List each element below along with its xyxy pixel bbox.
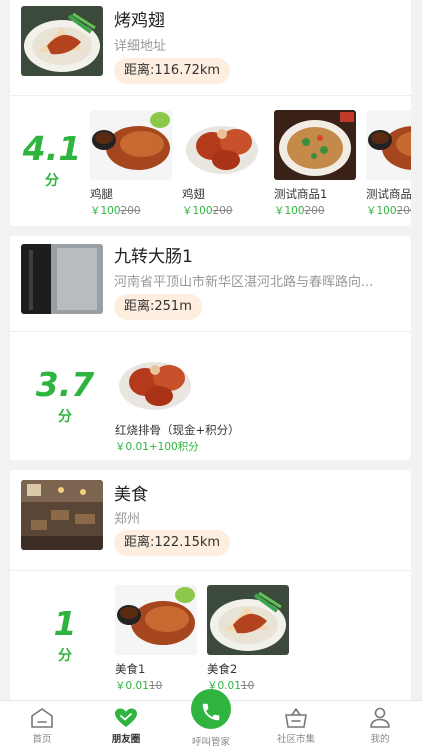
goods-name: 测试商品1 <box>274 187 328 201</box>
score-value: 3.7 <box>35 364 95 404</box>
score-unit: 分 <box>45 172 59 189</box>
price-current: ￥0.01+100积分 <box>115 441 199 453</box>
store-header[interactable]: 美食 郑州 距离:122.15km <box>10 470 411 571</box>
goods-price: ￥0.0110 <box>115 678 197 693</box>
store-card[interactable]: 烤鸡翅 详细地址 距离:116.72km 4.1 分 鸡腿 ￥100200 鸡翅… <box>10 0 411 226</box>
tab-community-market[interactable]: 社区市集 <box>254 701 338 750</box>
goods-item[interactable]: 美食1 ￥0.0110 <box>115 585 197 693</box>
score-value: 4.1 <box>22 128 82 168</box>
goods-name: 美食2 <box>207 662 238 676</box>
store-thumbnail <box>21 244 103 314</box>
bottom-tab-bar: 首页 朋友圈 呼叫管家 社区市集 我的 <box>0 689 422 750</box>
distance-badge: 距离:122.15km <box>114 530 231 556</box>
goods-price: ￥100200 <box>274 203 356 218</box>
store-card[interactable]: 九转大肠1 河南省平顶山市新华区湛河北路与春晖路向... 距离:251m 3.7… <box>10 236 411 460</box>
store-address: 河南省平顶山市新华区湛河北路与春晖路向... <box>114 275 374 290</box>
home-icon <box>31 708 53 728</box>
score-unit: 分 <box>58 408 72 425</box>
price-original: 200 <box>304 205 325 217</box>
price-original: 200 <box>396 205 411 217</box>
price-original: 10 <box>240 680 255 692</box>
basket-icon <box>285 708 307 728</box>
tab-call-butler[interactable]: 呼叫管家 <box>169 689 253 750</box>
goods-list: 红烧排骨（现金+积分） ￥0.01+100积分 <box>115 346 405 454</box>
price-current: ￥0.01 <box>115 680 149 692</box>
goods-name: 鸡翅 <box>182 187 205 201</box>
goods-name: 测试商品 <box>366 187 411 201</box>
score-unit: 分 <box>58 647 72 664</box>
user-icon <box>370 707 390 728</box>
price-original: 10 <box>148 680 163 692</box>
store-goods-row: 4.1 分 鸡腿 ￥100200 鸡翅 ￥100200 测试商品1 ￥10020… <box>10 96 411 223</box>
tab-home[interactable]: 首页 <box>0 701 84 750</box>
price-current: ￥100 <box>366 205 397 217</box>
goods-item[interactable]: 鸡翅 ￥100200 <box>182 110 264 218</box>
goods-item[interactable]: 鸡腿 ￥100200 <box>90 110 172 218</box>
price-original: 200 <box>212 205 233 217</box>
goods-price: ￥100200 <box>366 203 411 218</box>
store-card[interactable]: 美食 郑州 距离:122.15km 1 分 美食1 ￥0.0110 美食2 ￥0… <box>10 470 411 700</box>
tab-label: 社区市集 <box>276 734 315 745</box>
store-name: 美食 <box>114 485 148 505</box>
goods-list: 鸡腿 ￥100200 鸡翅 ￥100200 测试商品1 ￥100200 测试商品… <box>90 110 411 218</box>
goods-image <box>366 110 411 180</box>
store-score: 4.1 分 <box>10 96 94 223</box>
goods-item[interactable]: 红烧排骨（现金+积分） ￥0.01+100积分 <box>115 346 275 454</box>
tab-label: 呼叫管家 <box>191 737 230 748</box>
store-goods-row: 3.7 分 红烧排骨（现金+积分） ￥0.01+100积分 <box>10 332 411 459</box>
store-header[interactable]: 烤鸡翅 详细地址 距离:116.72km <box>10 0 411 96</box>
store-score: 1 分 <box>10 571 120 698</box>
phone-icon <box>202 703 220 721</box>
goods-image <box>90 110 172 180</box>
store-thumbnail <box>21 6 103 76</box>
goods-price: ￥100200 <box>90 203 172 218</box>
goods-name: 红烧排骨（现金+积分） <box>115 423 240 437</box>
store-name: 烤鸡翅 <box>114 11 165 31</box>
price-current: ￥100 <box>182 205 213 217</box>
goods-image <box>182 110 264 180</box>
score-value: 1 <box>53 603 77 643</box>
store-name: 九转大肠1 <box>114 247 193 267</box>
distance-badge: 距离:251m <box>114 294 202 320</box>
goods-price: ￥100200 <box>182 203 264 218</box>
price-current: ￥100 <box>90 205 121 217</box>
goods-name: 鸡腿 <box>90 187 113 201</box>
store-header[interactable]: 九转大肠1 河南省平顶山市新华区湛河北路与春晖路向... 距离:251m <box>10 236 411 332</box>
store-score: 3.7 分 <box>10 332 120 459</box>
goods-image <box>274 110 356 180</box>
distance-badge: 距离:116.72km <box>114 58 231 84</box>
tab-label: 我的 <box>370 734 390 745</box>
goods-image <box>115 346 197 416</box>
goods-name: 美食1 <box>115 662 146 676</box>
goods-image <box>115 585 197 655</box>
call-button[interactable] <box>191 689 231 729</box>
store-address: 郑州 <box>114 512 141 527</box>
goods-item[interactable]: 测试商品 ￥100200 <box>366 110 411 218</box>
goods-item[interactable]: 美食2 ￥0.0110 <box>207 585 289 693</box>
tab-moments[interactable]: 朋友圈 <box>84 701 168 750</box>
store-feed: 烤鸡翅 详细地址 距离:116.72km 4.1 分 鸡腿 ￥100200 鸡翅… <box>0 0 422 700</box>
price-original: 200 <box>120 205 141 217</box>
goods-item[interactable]: 测试商品1 ￥100200 <box>274 110 356 218</box>
heart-icon <box>115 708 137 727</box>
goods-image <box>207 585 289 655</box>
goods-price: ￥0.01+100积分 <box>115 439 275 454</box>
tab-label: 首页 <box>32 734 52 745</box>
store-address: 详细地址 <box>114 39 167 54</box>
store-thumbnail <box>21 480 103 550</box>
goods-list: 美食1 ￥0.0110 美食2 ￥0.0110 <box>115 585 405 693</box>
store-goods-row: 1 分 美食1 ￥0.0110 美食2 ￥0.0110 <box>10 571 411 698</box>
tab-mine[interactable]: 我的 <box>338 701 422 750</box>
price-current: ￥100 <box>274 205 305 217</box>
tab-label: 朋友圈 <box>111 734 141 745</box>
